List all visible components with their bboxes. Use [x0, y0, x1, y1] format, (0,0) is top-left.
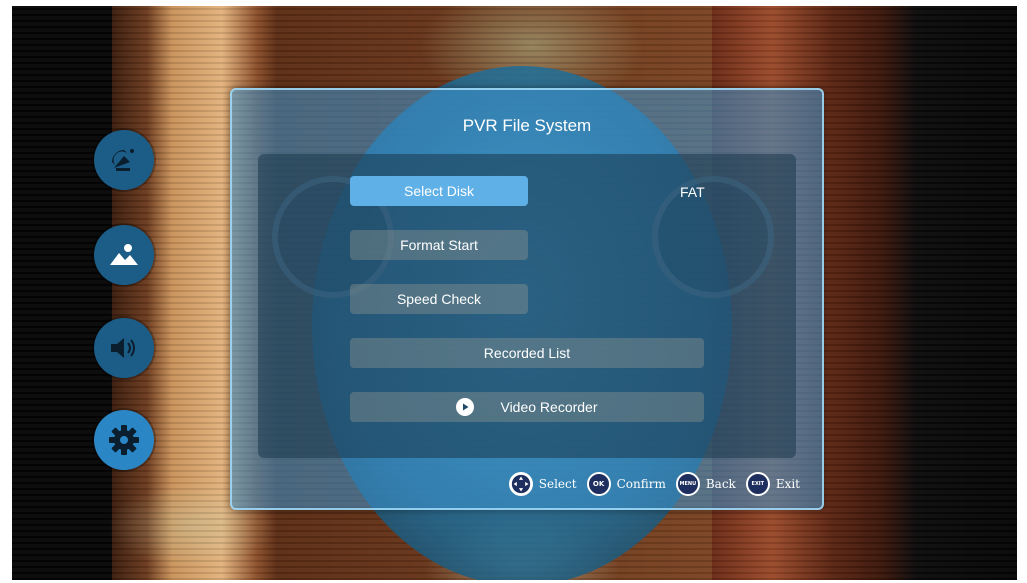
ok-key-text: OK [592, 480, 605, 488]
ok-key-icon: OK [586, 472, 611, 496]
navigation-pad-icon [508, 472, 533, 496]
hint-back: MENU Back [675, 472, 736, 496]
video-recorder-label: Video Recorder [500, 399, 598, 415]
side-icon-sound[interactable] [94, 318, 154, 378]
disk-format-value: FAT [680, 184, 705, 200]
side-icon-satellite[interactable] [94, 130, 154, 190]
hint-back-label: Back [705, 477, 736, 491]
menu-key-icon: MENU [675, 472, 700, 496]
hint-confirm: OK Confirm [586, 472, 666, 496]
side-icon-picture[interactable] [94, 225, 154, 285]
menu-key-text: MENU [679, 481, 697, 487]
format-start-button[interactable]: Format Start [350, 230, 528, 260]
hint-exit: EXIT Exit [745, 472, 800, 496]
hint-exit-label: Exit [775, 477, 800, 491]
hint-select: Select [508, 472, 577, 496]
speaker-icon [111, 338, 135, 358]
exit-key-icon: EXIT [745, 472, 770, 496]
gear-icon [109, 425, 139, 455]
picture-icon [110, 244, 138, 265]
hint-select-label: Select [538, 477, 577, 491]
hint-bar: Select OK Confirm MENU Back EXIT Exit [499, 472, 800, 496]
side-icon-settings[interactable] [94, 410, 154, 470]
video-recorder-button[interactable]: Video Recorder [350, 392, 704, 422]
recorded-list-button[interactable]: Recorded List [350, 338, 704, 368]
satellite-dish-icon [112, 149, 134, 171]
select-disk-button[interactable]: Select Disk [350, 176, 528, 206]
play-icon [456, 398, 475, 416]
panel-title: PVR File System [462, 116, 592, 135]
speed-check-button[interactable]: Speed Check [350, 284, 528, 314]
hint-confirm-label: Confirm [616, 477, 666, 491]
menu-area: Select Disk FAT Format Start Speed Check… [258, 154, 796, 458]
exit-key-text: EXIT [751, 481, 765, 487]
pvr-file-system-panel: PVR File System Select Disk FAT Format S… [230, 88, 824, 510]
